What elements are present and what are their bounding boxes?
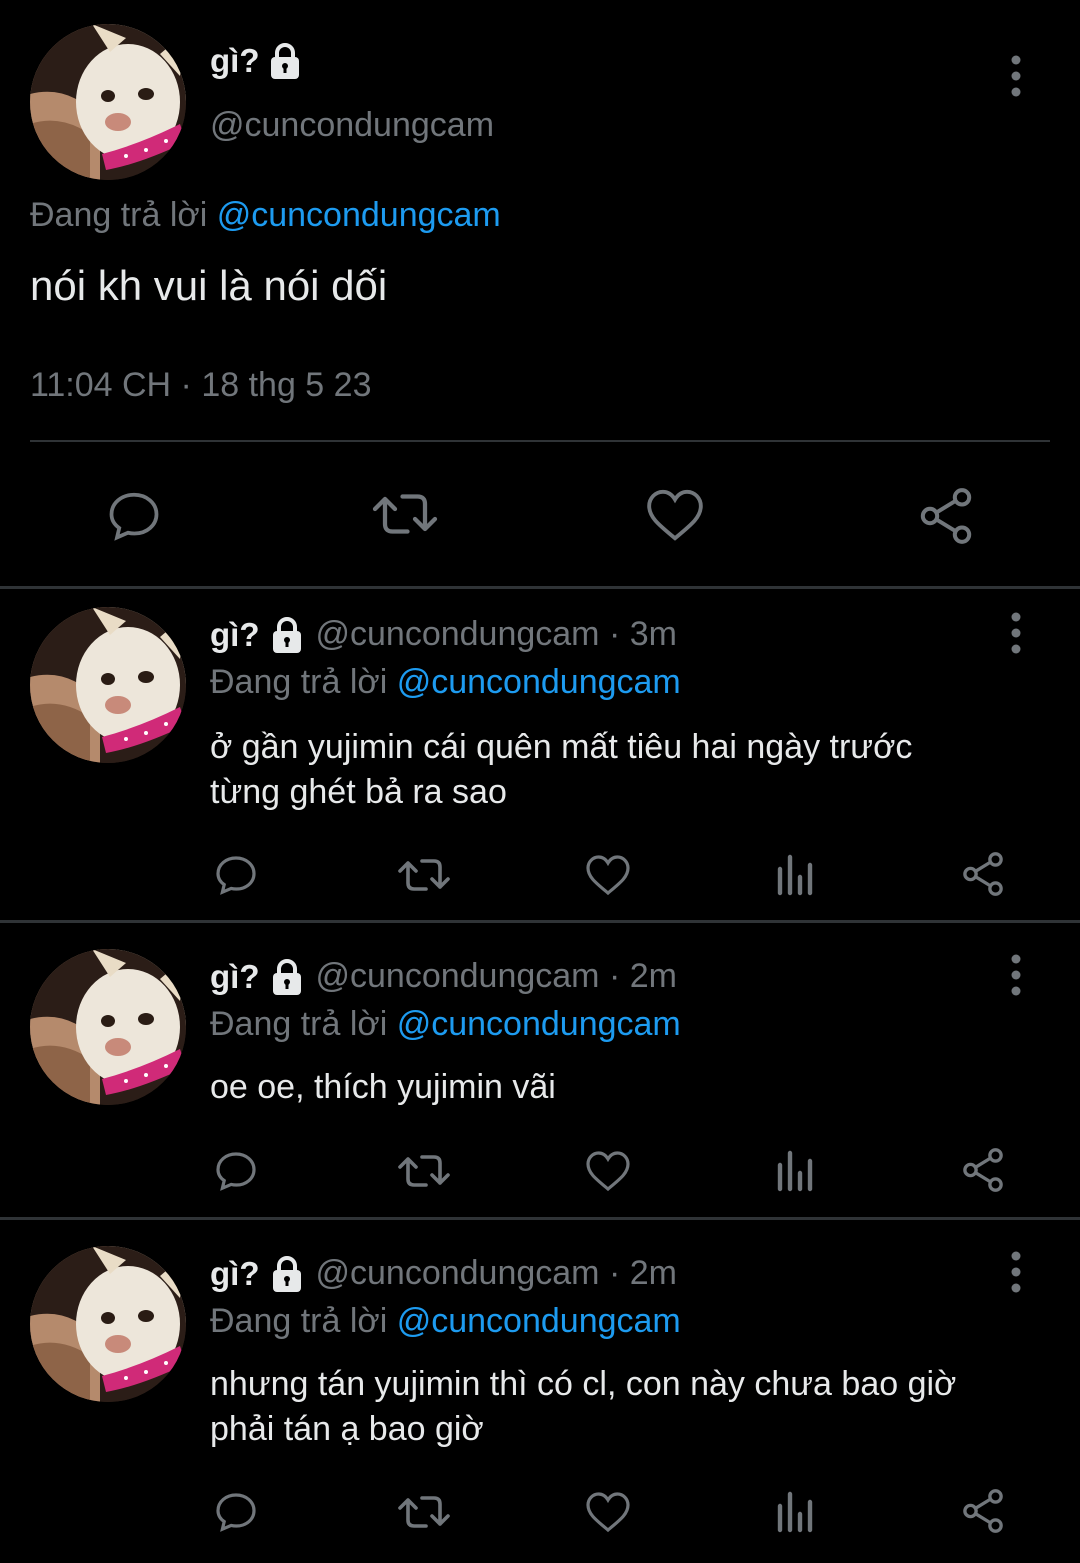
analytics-icon[interactable] <box>774 1149 818 1193</box>
author-handle-time[interactable]: @cuncondungcam · 2m <box>315 1254 676 1293</box>
lock-icon <box>271 1255 304 1292</box>
tweet-text-line: phải tán ạ bao giờ <box>210 1410 484 1448</box>
author-row: gì? @cuncondungcam · 3m <box>210 615 677 654</box>
reply-tweet[interactable]: gì? @cuncondungcam · 3m Đang trả lời @cu… <box>0 589 1080 920</box>
lock-icon <box>271 616 304 653</box>
analytics-icon[interactable] <box>774 853 818 897</box>
more-options-icon[interactable] <box>1006 1250 1026 1294</box>
reply-icon[interactable] <box>212 851 260 899</box>
replying-to-mention[interactable]: @cuncondungcam <box>397 1302 681 1340</box>
retweet-icon[interactable] <box>370 484 440 544</box>
replying-prefix: Đang trả lời <box>210 1302 388 1340</box>
replying-to-line: Đang trả lời @cuncondungcam <box>210 1005 681 1044</box>
retweet-icon[interactable] <box>396 1488 452 1536</box>
reply-tweet[interactable]: gì? @cuncondungcam · 2m Đang trả lời @cu… <box>0 1220 1080 1563</box>
replying-to-line: Đang trả lời @cuncondungcam <box>210 663 681 702</box>
replying-prefix: Đang trả lời <box>210 663 388 701</box>
like-icon[interactable] <box>584 853 632 897</box>
replying-to-line: Đang trả lời @cuncondungcam <box>30 196 501 235</box>
like-icon[interactable] <box>644 486 706 544</box>
tweet-text-line: ở gần yujimin cái quên mất tiêu hai ngày… <box>210 728 913 766</box>
author-row: gì? <box>210 42 303 80</box>
tweet-text: nhưng tán yujimin thì có cl, con này chư… <box>210 1362 1060 1452</box>
reply-tweet[interactable]: gì? @cuncondungcam · 2m Đang trả lời @cu… <box>0 923 1080 1217</box>
share-icon[interactable] <box>958 849 1008 899</box>
reply-icon[interactable] <box>212 1147 260 1195</box>
avatar[interactable] <box>30 24 186 180</box>
lock-icon <box>269 43 302 79</box>
display-name[interactable]: gì? <box>210 616 259 654</box>
display-name[interactable]: gì? <box>210 42 259 80</box>
analytics-icon[interactable] <box>774 1490 818 1534</box>
tweet-text: ở gần yujimin cái quên mất tiêu hai ngày… <box>210 725 1060 815</box>
like-icon[interactable] <box>584 1149 632 1193</box>
divider <box>30 440 1050 442</box>
more-options-icon[interactable] <box>1006 611 1026 655</box>
avatar[interactable] <box>30 1246 186 1402</box>
retweet-icon[interactable] <box>396 851 452 899</box>
author-handle-time[interactable]: @cuncondungcam · 2m <box>315 957 676 996</box>
tweet-text-line: nhưng tán yujimin thì có cl, con này chư… <box>210 1365 957 1403</box>
like-icon[interactable] <box>584 1490 632 1534</box>
share-icon[interactable] <box>958 1145 1008 1195</box>
display-name[interactable]: gì? <box>210 1255 259 1293</box>
more-options-icon[interactable] <box>1006 54 1026 98</box>
more-options-icon[interactable] <box>1006 953 1026 997</box>
replying-to-mention[interactable]: @cuncondungcam <box>217 196 501 234</box>
author-handle-time[interactable]: @cuncondungcam · 3m <box>315 615 676 654</box>
tweet-text-line: từng ghét bả ra sao <box>210 773 507 811</box>
tweet-timestamp[interactable]: 11:04 CH · 18 thg 5 23 <box>30 366 371 405</box>
author-row: gì? @cuncondungcam · 2m <box>210 1254 677 1293</box>
main-tweet: gì? @cuncondungcam Đang trả lời @cuncond… <box>0 0 1080 586</box>
lock-icon <box>271 958 304 995</box>
share-icon[interactable] <box>914 484 978 548</box>
replying-to-mention[interactable]: @cuncondungcam <box>397 1005 681 1043</box>
retweet-icon[interactable] <box>396 1147 452 1195</box>
replying-prefix: Đang trả lời <box>210 1005 388 1043</box>
avatar[interactable] <box>30 607 186 763</box>
author-row: gì? @cuncondungcam · 2m <box>210 957 677 996</box>
author-handle[interactable]: @cuncondungcam <box>210 106 494 145</box>
replying-to-mention[interactable]: @cuncondungcam <box>397 663 681 701</box>
avatar[interactable] <box>30 949 186 1105</box>
reply-icon[interactable] <box>104 486 164 546</box>
tweet-text-line: oe oe, thích yujimin vãi <box>210 1068 556 1106</box>
tweet-text: oe oe, thích yujimin vãi <box>210 1065 1060 1110</box>
share-icon[interactable] <box>958 1486 1008 1536</box>
replying-prefix: Đang trả lời <box>30 196 208 234</box>
reply-icon[interactable] <box>212 1488 260 1536</box>
replying-to-line: Đang trả lời @cuncondungcam <box>210 1302 681 1341</box>
display-name[interactable]: gì? <box>210 958 259 996</box>
tweet-text: nói kh vui là nói dối <box>30 262 388 309</box>
